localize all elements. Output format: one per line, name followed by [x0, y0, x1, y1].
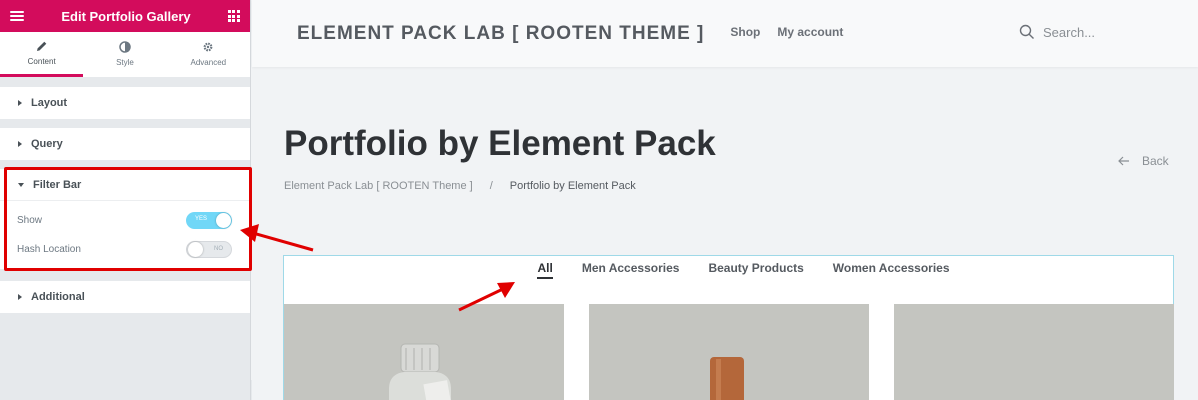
section-layout: Layout — [0, 87, 250, 119]
section-additional-label: Additional — [31, 291, 85, 303]
section-layout-label: Layout — [31, 97, 68, 109]
section-additional: Additional — [0, 281, 250, 313]
tab-advanced[interactable]: Advanced — [167, 32, 250, 77]
search-placeholder: Search... — [1043, 24, 1096, 40]
section-query-toggle[interactable]: Query — [0, 128, 250, 160]
back-label: Back — [1142, 154, 1169, 168]
section-query-label: Query — [31, 138, 63, 150]
section-filter-bar-label: Filter Bar — [33, 178, 82, 191]
switch-knob — [216, 213, 231, 228]
nav-shop[interactable]: Shop — [730, 25, 760, 39]
hash-location-switch[interactable]: NO — [186, 241, 232, 258]
pencil-icon — [36, 41, 46, 51]
section-layout-toggle[interactable]: Layout — [0, 87, 250, 119]
nav-my-account[interactable]: My account — [777, 25, 843, 39]
panel-title: Edit Portfolio Gallery — [61, 8, 191, 24]
bottle-image — [389, 343, 453, 400]
breadcrumb-home[interactable]: Element Pack Lab [ ROOTEN Theme ] — [284, 180, 473, 192]
show-control: Show YES — [0, 206, 250, 235]
caret-right-icon — [18, 141, 22, 147]
widgets-grid-icon[interactable] — [227, 10, 240, 22]
hash-location-label: Hash Location — [17, 244, 81, 255]
section-filter-bar: Filter Bar Show YES Hash Location NO — [0, 169, 250, 269]
show-label: Show — [17, 215, 43, 226]
hash-switch-text: NO — [214, 246, 223, 252]
filter-men-accessories[interactable]: Men Accessories — [582, 261, 680, 279]
site-preview: ELEMENT PACK LAB [ ROOTEN THEME ] Shop M… — [252, 0, 1198, 400]
caret-right-icon — [18, 294, 22, 300]
tab-style[interactable]: Style — [83, 32, 166, 77]
section-filter-bar-toggle[interactable]: Filter Bar — [0, 169, 250, 201]
back-link[interactable]: Back — [1118, 154, 1169, 168]
search-box[interactable]: Search... — [1019, 24, 1095, 40]
filter-women-accessories[interactable]: Women Accessories — [833, 261, 950, 279]
hash-location-control: Hash Location NO — [0, 235, 250, 264]
tab-style-label: Style — [116, 57, 134, 67]
page-title: Portfolio by Element Pack — [284, 124, 716, 163]
show-switch[interactable]: YES — [186, 212, 232, 229]
switch-knob — [188, 242, 203, 257]
section-additional-toggle[interactable]: Additional — [0, 281, 250, 313]
tab-content-label: Content — [27, 57, 56, 66]
breadcrumb-current: Portfolio by Element Pack — [509, 180, 636, 192]
site-header: ELEMENT PACK LAB [ ROOTEN THEME ] Shop M… — [252, 0, 1198, 67]
panel-tabs: Content Style Advanced — [0, 32, 250, 77]
arrow-left-icon — [1118, 156, 1129, 166]
show-switch-text: YES — [195, 216, 208, 222]
tab-advanced-label: Advanced — [190, 57, 227, 67]
section-query: Query — [0, 128, 250, 160]
filter-all[interactable]: All — [537, 261, 553, 279]
portfolio-item[interactable] — [284, 304, 564, 400]
portfolio-gallery: All Men Accessories Beauty Products Wome… — [283, 255, 1174, 400]
main-nav: Shop My account — [730, 25, 843, 39]
breadcrumb: Element Pack Lab [ ROOTEN Theme ] / Port… — [284, 180, 636, 192]
filter-bar: All Men Accessories Beauty Products Wome… — [284, 261, 1173, 279]
filter-beauty-products[interactable]: Beauty Products — [708, 261, 803, 279]
search-icon — [1019, 24, 1034, 39]
gear-icon — [203, 42, 213, 51]
site-brand[interactable]: ELEMENT PACK LAB [ ROOTEN THEME ] — [297, 23, 704, 45]
portfolio-item[interactable] — [589, 304, 869, 400]
caret-down-icon — [18, 182, 24, 187]
editor-panel: Edit Portfolio Gallery Content Style Adv… — [0, 0, 252, 400]
portfolio-item[interactable] — [894, 304, 1174, 400]
bottle-image — [710, 357, 744, 400]
caret-right-icon — [18, 100, 22, 106]
tab-content[interactable]: Content — [0, 32, 84, 77]
menu-icon[interactable] — [10, 11, 24, 21]
breadcrumb-separator: / — [489, 180, 493, 192]
contrast-icon — [119, 40, 131, 53]
panel-header: Edit Portfolio Gallery — [0, 0, 250, 32]
